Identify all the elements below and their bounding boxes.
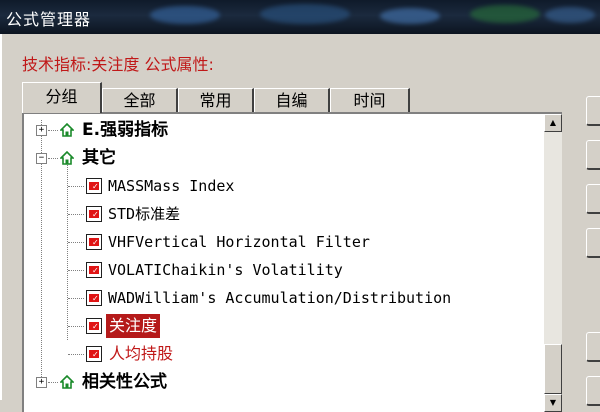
expand-icon[interactable]: +: [36, 125, 47, 136]
tree-scrollbar[interactable]: ▲ ▼: [544, 114, 562, 412]
tree-item-label: VOLATIChaikin's Volatility: [108, 261, 343, 279]
tree-item-label: STD标准差: [108, 205, 181, 223]
tree-item-label: VHFVertical Horizontal Filter: [108, 233, 370, 251]
tree-item-label: MASSMass Index: [108, 177, 235, 195]
scroll-thumb[interactable]: [544, 344, 562, 394]
formula-icon: ✓: [86, 234, 102, 250]
tree-group-row[interactable]: + E.强弱指标: [24, 118, 544, 142]
formula-tree[interactable]: + E.强弱指标 − 其它 ✓ MASSMass Index ✓ STD标准差 …: [22, 112, 562, 412]
title-bar: 公式管理器: [0, 0, 600, 34]
tree-item-row[interactable]: ✓ VOLATIChaikin's Volatility: [24, 258, 544, 282]
scroll-down-icon[interactable]: ▼: [544, 394, 562, 412]
house-icon: [60, 151, 74, 165]
side-button[interactable]: [586, 228, 600, 258]
tree-item-row-selected[interactable]: ✓ 关注度: [24, 314, 544, 338]
formula-icon: ✓: [86, 206, 102, 222]
side-button[interactable]: [586, 332, 600, 362]
side-button[interactable]: [586, 140, 600, 170]
tab-time[interactable]: 时间: [330, 88, 410, 112]
tree-item-row[interactable]: ✓ STD标准差: [24, 202, 544, 226]
side-button[interactable]: [586, 376, 600, 406]
tree-item-label: 人均持股: [109, 344, 174, 363]
tree-item-row[interactable]: ✓ 人均持股: [24, 342, 544, 366]
tree-group-label: 其它: [82, 148, 116, 168]
tab-all[interactable]: 全部: [102, 88, 178, 112]
indicator-info: 技术指标:关注度 公式属性:: [22, 55, 214, 74]
scroll-up-icon[interactable]: ▲: [544, 114, 562, 132]
formula-icon: ✓: [86, 262, 102, 278]
formula-icon: ✓: [86, 178, 102, 194]
tree-group-label: E.强弱指标: [82, 120, 169, 140]
house-icon: [60, 123, 74, 137]
side-button[interactable]: [586, 96, 600, 126]
tree-item-row[interactable]: ✓ MASSMass Index: [24, 174, 544, 198]
tree-item-label: WADWilliam's Accumulation/Distribution: [108, 289, 452, 307]
tree-item-row[interactable]: ✓ VHFVertical Horizontal Filter: [24, 230, 544, 254]
tab-group[interactable]: 分组: [22, 82, 102, 113]
tab-common[interactable]: 常用: [178, 88, 254, 112]
tree-group-row[interactable]: + 相关性公式: [24, 370, 544, 394]
tree-group-label: 相关性公式: [82, 372, 167, 392]
formula-icon: ✓: [86, 346, 102, 362]
formula-icon: ✓: [86, 318, 102, 334]
tree-item-label-selected: 关注度: [106, 314, 161, 338]
tree-item-row[interactable]: ✓ WADWilliam's Accumulation/Distribution: [24, 286, 544, 310]
formula-manager-window: 技术指标:关注度 公式属性: 分组 全部 常用 自编 时间 + E.强弱指标 −: [0, 34, 600, 412]
house-icon: [60, 375, 74, 389]
tree-group-row[interactable]: − 其它: [24, 146, 544, 170]
collapse-icon[interactable]: −: [36, 153, 47, 164]
formula-icon: ✓: [86, 290, 102, 306]
side-button[interactable]: [586, 184, 600, 214]
tab-custom[interactable]: 自编: [254, 88, 330, 112]
window-title: 公式管理器: [6, 10, 92, 29]
expand-icon[interactable]: +: [36, 377, 47, 388]
